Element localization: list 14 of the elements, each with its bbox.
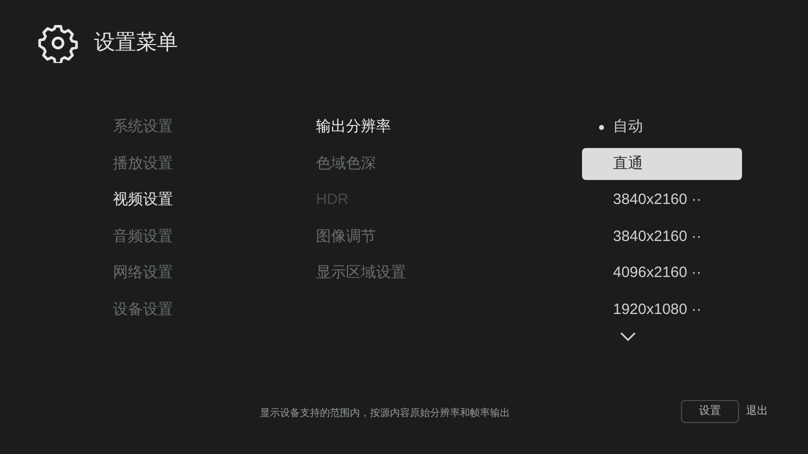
value-item[interactable]: 1920x1080 ··	[582, 294, 742, 326]
value-item[interactable]: 3840x2160 ··	[582, 220, 742, 253]
chevron-down-icon[interactable]	[620, 332, 636, 342]
exit-button[interactable]: 退出	[746, 403, 768, 420]
menu-title: 设置菜单	[94, 30, 178, 56]
category-item[interactable]: 视频设置	[113, 189, 173, 212]
settings-icon	[38, 23, 78, 63]
value-item[interactable]: 直通	[582, 148, 742, 180]
value-item[interactable]: 4096x2160 ··	[582, 257, 742, 290]
option-item[interactable]: 输出分辨率	[316, 116, 391, 138]
value-item[interactable]: 自动	[582, 111, 742, 144]
value-item[interactable]: 3840x2160 ··	[582, 184, 742, 216]
settings-button[interactable]: 设置	[681, 400, 739, 423]
hint-text: 显示设备支持的范围内，按源内容原始分辨率和帧率输出	[260, 406, 510, 421]
